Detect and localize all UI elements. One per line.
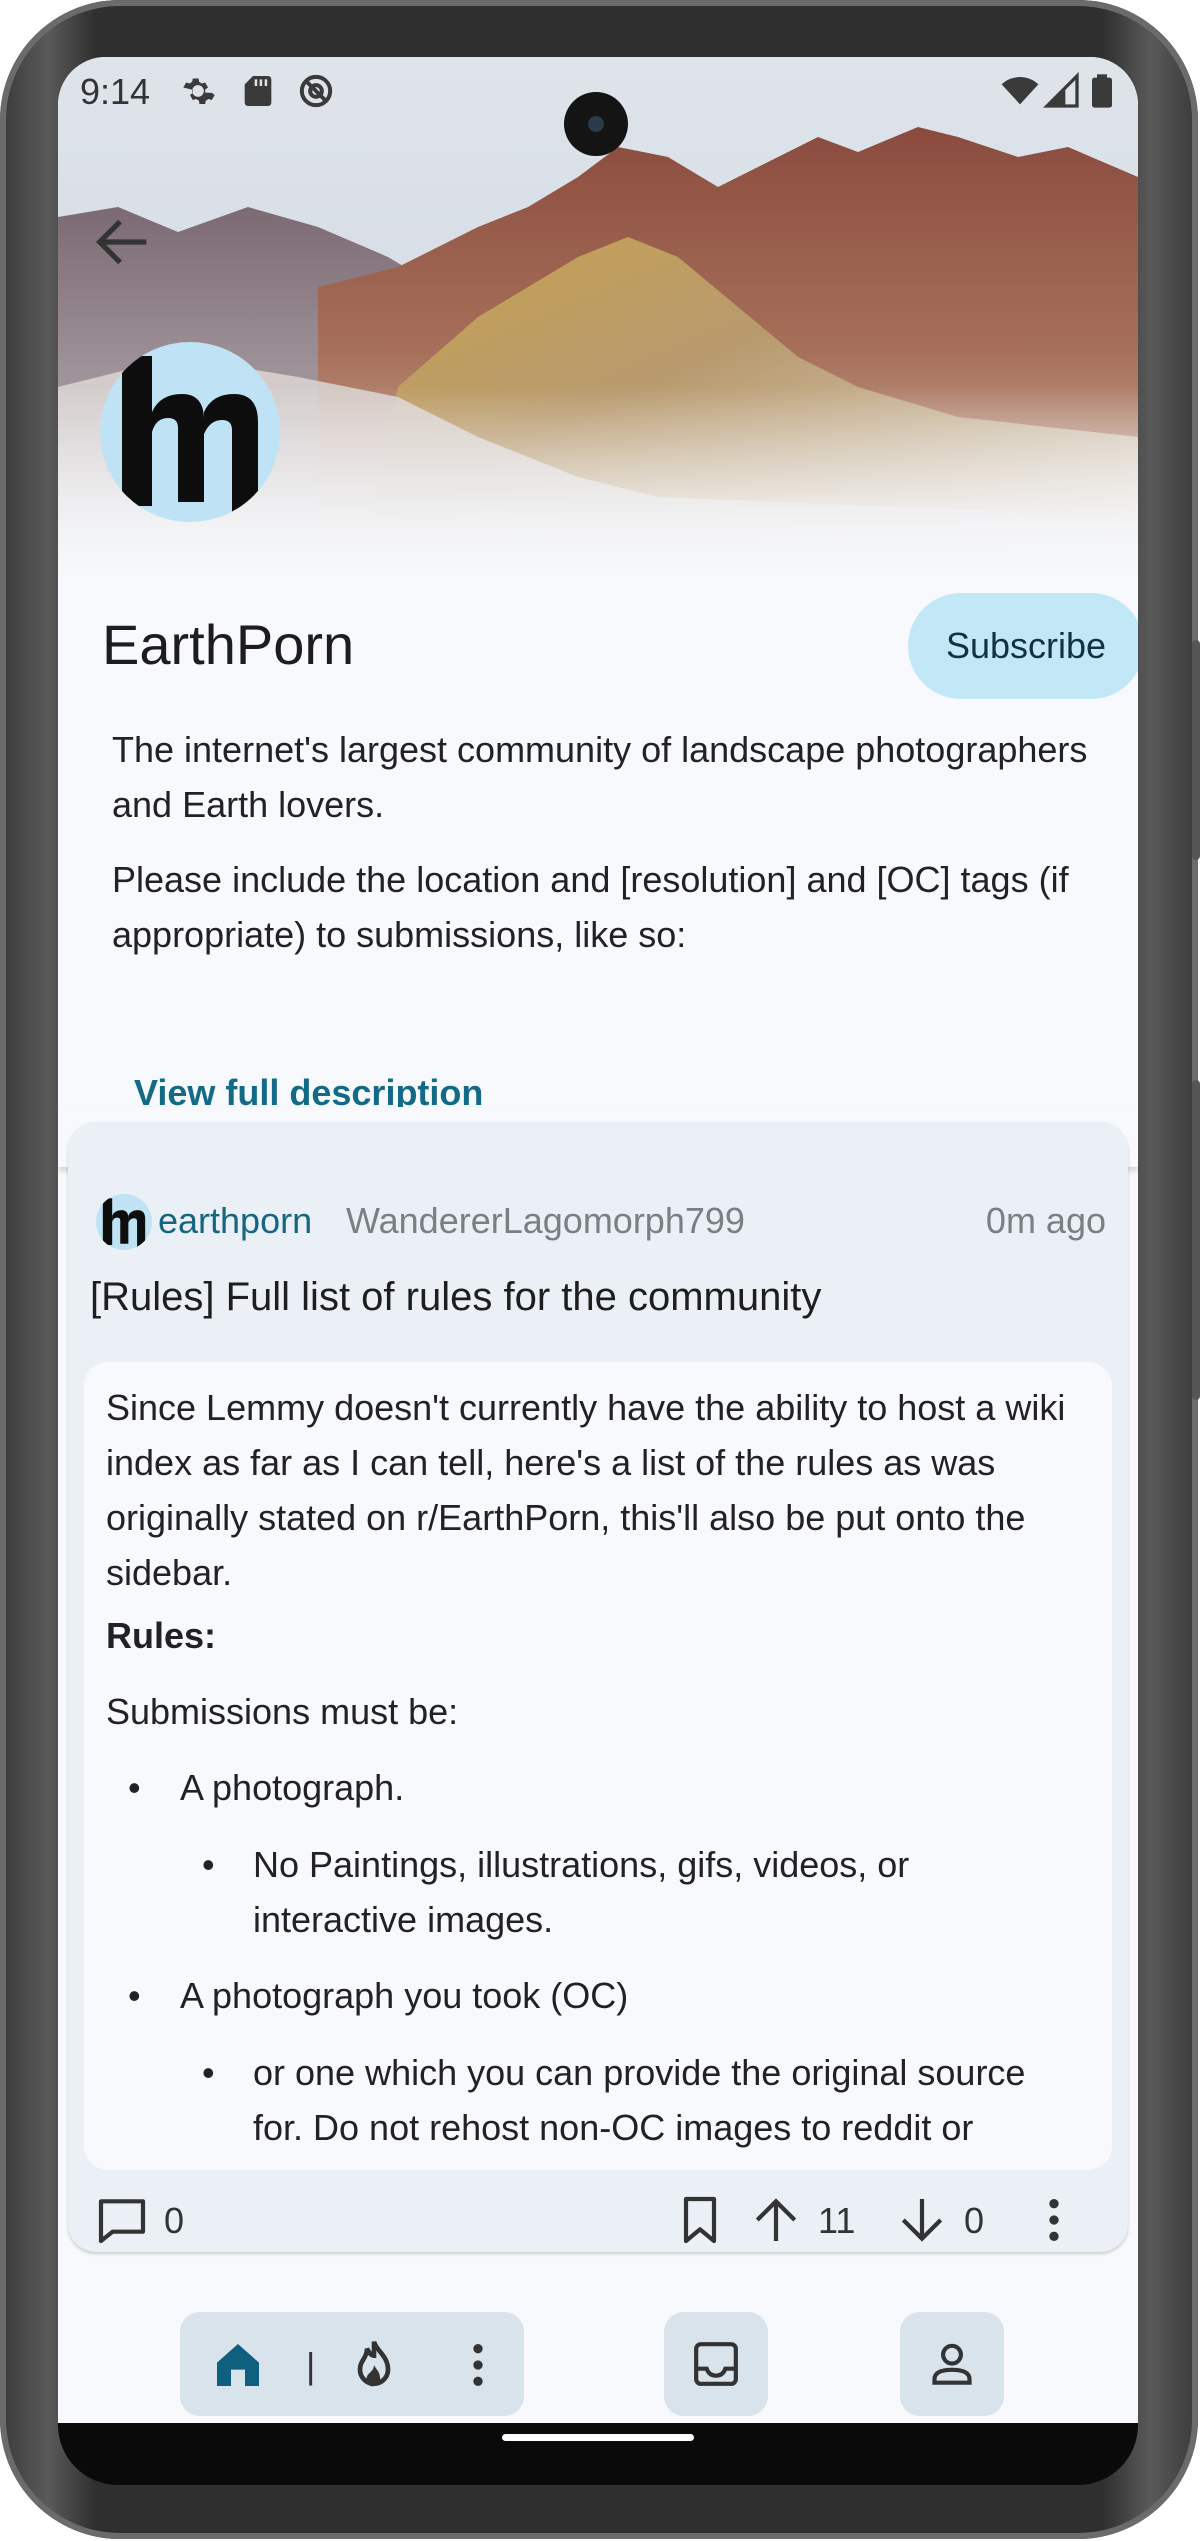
community-description-2: Please include the location and [resolut… (112, 859, 1069, 955)
account-icon (932, 2343, 972, 2385)
rule-item-2: A photograph you took (OC) (180, 1975, 629, 2016)
bookmark-icon[interactable] (672, 2192, 728, 2248)
battery-icon (1092, 74, 1112, 108)
bullet-icon: • (128, 1767, 141, 1808)
bullet-icon: • (202, 1844, 215, 1885)
fire-icon[interactable] (346, 2337, 402, 2393)
post-community-avatar (96, 1194, 152, 1250)
post-author[interactable]: WandererLagomorph799 (346, 1200, 745, 1242)
comment-count: 0 (164, 2200, 185, 2241)
gear-icon (183, 78, 215, 104)
community-avatar (100, 342, 280, 522)
more-vert-icon[interactable] (1026, 2192, 1082, 2248)
post-body: Since Lemmy doesn't currently have the a… (84, 1362, 1112, 2170)
upvote-arrow-icon[interactable] (748, 2192, 804, 2248)
post-card[interactable]: earthporn WandererLagomorph799 0m ago [R… (68, 1122, 1128, 2252)
sd-card-icon (244, 76, 272, 106)
inbox-icon (694, 2342, 738, 2386)
more-icon[interactable] (450, 2337, 506, 2393)
rule-item-2-sub: or one which you can provide the origina… (253, 2052, 1026, 2148)
post-community-link[interactable]: earthporn (158, 1200, 312, 1242)
post-body-intro: Since Lemmy doesn't currently have the a… (106, 1387, 1066, 1593)
account-button[interactable] (900, 2312, 1004, 2416)
bottom-navigation: | (58, 2277, 1138, 2423)
community-logo-small (102, 1198, 146, 1250)
home-icon[interactable] (210, 2337, 266, 2393)
community-title: EarthPorn (102, 613, 355, 676)
signal-icon (1042, 71, 1079, 108)
screen-bottom-bezel (58, 2423, 1138, 2485)
inbox-button[interactable] (664, 2312, 768, 2416)
back-arrow-icon[interactable] (88, 207, 158, 277)
home-gesture-bar[interactable] (502, 2434, 694, 2441)
downvote-count: 0 (964, 2200, 985, 2241)
nav-separator: | (306, 2345, 316, 2386)
submissions-line: Submissions must be: (106, 1691, 459, 1732)
status-time: 9:14 (80, 71, 151, 112)
screen: 9:14 EarthPorn Subscribe The internet's … (58, 57, 1138, 2423)
comment-icon[interactable] (94, 2192, 150, 2248)
side-button-volume (1192, 640, 1200, 860)
data-saver-icon (299, 74, 333, 108)
post-timestamp: 0m ago (985, 1200, 1106, 1241)
post-actions: 0 11 0 (68, 2192, 1128, 2262)
rule-item-1: A photograph. (180, 1767, 405, 1808)
wifi-icon (1001, 77, 1039, 105)
community-description-1: The internet's largest community of land… (112, 729, 1088, 825)
rules-heading: Rules: (106, 1615, 217, 1656)
subscribe-button[interactable]: Subscribe (908, 593, 1138, 699)
side-button-power (1192, 1080, 1200, 1400)
post-title[interactable]: [Rules] Full list of rules for the commu… (90, 1275, 821, 1320)
bullet-icon: • (128, 1975, 141, 2016)
community-logo (122, 356, 258, 522)
bullet-icon: • (202, 2052, 215, 2093)
front-camera (564, 92, 628, 156)
downvote-arrow-icon[interactable] (894, 2192, 950, 2248)
rule-item-1-sub: No Paintings, illustrations, gifs, video… (253, 1844, 910, 1940)
upvote-count: 11 (818, 2200, 856, 2241)
